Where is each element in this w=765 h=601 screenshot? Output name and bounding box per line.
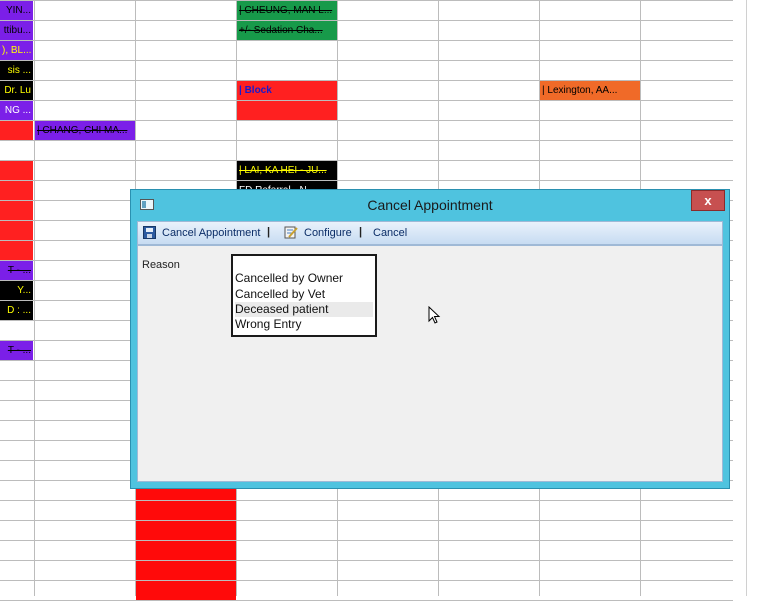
grid-row-line xyxy=(0,580,733,581)
appointment-cell[interactable]: Dr. Lu xyxy=(0,81,33,100)
configure-button[interactable]: Configure xyxy=(304,227,352,239)
grid-row-line xyxy=(0,160,733,161)
appointment-label: Dr. Lu xyxy=(4,85,31,96)
appointment-label: | Lexington, AA... xyxy=(542,85,618,96)
appointment-label: sis ... xyxy=(7,65,31,76)
appointment-cell[interactable]: | Block xyxy=(237,81,337,100)
appointment-cell[interactable]: YIN... xyxy=(0,1,33,20)
appointment-cell[interactable]: +/- Sedation Cha... xyxy=(237,21,337,40)
appointment-label: NG ... xyxy=(4,105,31,116)
appointment-cell[interactable] xyxy=(0,201,33,220)
reason-option-cancelled-by-vet[interactable]: Cancelled by Vet xyxy=(235,287,373,302)
grid-row-line xyxy=(0,180,733,181)
appointment-cell[interactable] xyxy=(136,501,236,520)
appointment-label: YIN... xyxy=(5,5,31,16)
appointment-cell[interactable] xyxy=(136,581,236,600)
appointment-cell[interactable] xyxy=(0,221,33,240)
appointment-cell[interactable]: | LAI, KA HEI - JU... xyxy=(237,161,337,180)
grid-column-line xyxy=(34,0,35,596)
dialog-toolbar: Cancel Appointment | Configure | Cancel xyxy=(137,221,723,245)
toolbar-separator: | xyxy=(267,226,271,238)
appointment-cell[interactable] xyxy=(237,101,337,120)
appointment-cell[interactable]: | CHEUNG, MAN L... xyxy=(237,1,337,20)
appointment-cell[interactable] xyxy=(0,241,33,260)
appointment-label: ), BL... xyxy=(2,45,32,56)
scrollbar-divider xyxy=(746,0,747,596)
vertical-scrollbar[interactable] xyxy=(733,0,765,596)
appointment-cell[interactable]: ), BL... xyxy=(0,41,33,60)
reason-option-cancelled-by-owner[interactable]: Cancelled by Owner xyxy=(235,271,373,286)
appointment-label: | LAI, KA HEI - JU... xyxy=(239,165,327,176)
appointment-cell[interactable]: D : ... xyxy=(0,301,33,320)
toolbar-separator: | xyxy=(359,226,363,238)
appointment-label: T - ... xyxy=(7,345,31,356)
mouse-cursor-icon xyxy=(428,306,441,324)
appointment-cell[interactable]: T - ... xyxy=(0,341,33,360)
grid-row-line xyxy=(0,500,733,501)
dialog-title: Cancel Appointment xyxy=(367,197,493,213)
appointment-label: D : ... xyxy=(7,305,31,316)
appointment-label: ttibu... xyxy=(3,25,31,36)
appointment-cell[interactable] xyxy=(0,181,33,200)
reason-option-deceased-patient[interactable]: Deceased patient xyxy=(235,302,373,317)
grid-row-line xyxy=(0,0,733,1)
appointment-cell[interactable]: sis ... xyxy=(0,61,33,80)
dialog-title-bar[interactable]: Cancel Appointment x xyxy=(131,190,729,220)
grid-row-line xyxy=(0,20,733,21)
appointment-cell[interactable]: | Lexington, AA... xyxy=(540,81,640,100)
appointment-label: | CHANG, CHI MA... xyxy=(37,125,128,136)
appointment-cell[interactable]: T - ... xyxy=(0,261,33,280)
appointment-cell[interactable] xyxy=(136,561,236,580)
grid-row-line xyxy=(0,540,733,541)
grid-row-line xyxy=(0,520,733,521)
appointment-label: | CHEUNG, MAN L... xyxy=(239,5,333,16)
grid-row-line xyxy=(0,140,733,141)
grid-row-line xyxy=(0,560,733,561)
appointment-label: +/- Sedation Cha... xyxy=(239,25,323,36)
appointment-cell[interactable]: NG ... xyxy=(0,101,33,120)
appointment-cell[interactable]: | CHANG, CHI MA... xyxy=(35,121,135,140)
grid-row-line xyxy=(0,100,733,101)
cancel-appointment-button[interactable]: Cancel Appointment xyxy=(162,227,260,239)
appointment-label: T - ... xyxy=(7,265,31,276)
reason-option-wrong-entry[interactable]: Wrong Entry xyxy=(235,317,373,332)
appointment-cell[interactable] xyxy=(136,521,236,540)
appointment-cell[interactable] xyxy=(0,121,33,140)
appointment-label: Y... xyxy=(17,285,31,296)
appointment-cell[interactable] xyxy=(0,161,33,180)
reason-dropdown-list[interactable]: Cancelled by Owner Cancelled by Vet Dece… xyxy=(231,254,441,337)
close-button[interactable]: x xyxy=(691,190,725,211)
save-icon xyxy=(143,226,156,239)
configure-icon xyxy=(284,226,298,239)
grid-row-line xyxy=(0,40,733,41)
reason-label: Reason xyxy=(142,259,180,271)
cancel-button[interactable]: Cancel xyxy=(373,227,407,239)
appointment-label: | Block xyxy=(239,85,272,96)
appointment-cell[interactable]: ttibu... xyxy=(0,21,33,40)
cancel-appointment-dialog: Cancel Appointment x Cancel Appointment … xyxy=(130,189,730,489)
grid-row-line xyxy=(0,60,733,61)
appointment-cell[interactable] xyxy=(136,541,236,560)
appointment-cell[interactable]: Y... xyxy=(0,281,33,300)
dialog-content: Reason Cancelled by Owner Cancelled by V… xyxy=(137,245,723,482)
appointment-cell[interactable] xyxy=(0,141,33,160)
